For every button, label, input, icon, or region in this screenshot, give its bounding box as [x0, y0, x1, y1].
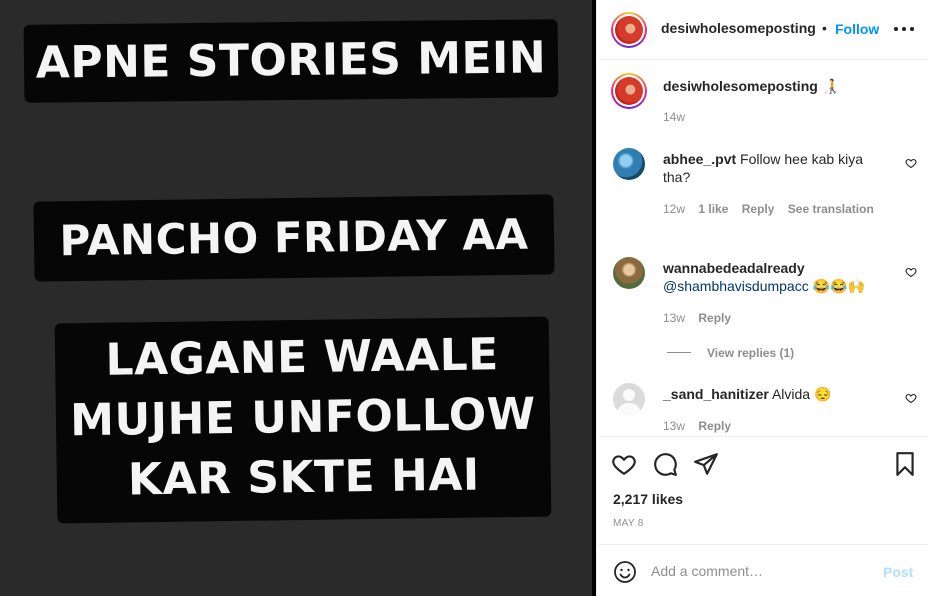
- post-actions: 2,217 likes MAY 8: [597, 436, 929, 544]
- comment-meta: 13w Reply: [663, 311, 731, 325]
- like-comment-heart-icon[interactable]: [905, 157, 917, 169]
- share-send-icon[interactable]: [693, 451, 719, 477]
- post-comment-button[interactable]: Post: [883, 564, 913, 580]
- comment-age: 12w: [663, 202, 686, 216]
- comment-username[interactable]: abhee_.pvt: [663, 151, 736, 167]
- comment-username[interactable]: wannabedeadalready: [663, 260, 805, 276]
- comment-row: abhee_.pvt Follow hee kab kiya tha?: [663, 150, 883, 186]
- more-horizontal-icon[interactable]: [893, 20, 915, 38]
- reply-button[interactable]: Reply: [742, 202, 775, 216]
- post-date: MAY 8: [613, 518, 644, 529]
- likes-count[interactable]: 2,217 likes: [613, 491, 683, 507]
- reply-button[interactable]: Reply: [698, 419, 731, 433]
- image-text-line-2: PANCHO FRIDAY AA: [33, 194, 555, 282]
- image-text-line-1: APNE STORIES MEIN: [23, 19, 559, 103]
- caption-avatar[interactable]: [611, 73, 647, 109]
- comment-age: 13w: [663, 311, 686, 325]
- comment-meta: 13w Reply: [663, 419, 731, 433]
- comment-mention-link[interactable]: @shambhavisdumpacc: [663, 278, 809, 294]
- comment-age: 13w: [663, 419, 686, 433]
- author-avatar[interactable]: [611, 12, 647, 48]
- comment-composer: Post: [597, 544, 929, 596]
- caption-age: 14w: [663, 110, 686, 124]
- author-username[interactable]: desiwholesomeposting: [661, 20, 816, 36]
- caption-text: 🧑‍🦯: [821, 78, 840, 94]
- like-heart-icon[interactable]: [611, 451, 637, 477]
- commenter-avatar[interactable]: [613, 148, 645, 180]
- comment-bubble-icon[interactable]: [652, 451, 678, 477]
- view-replies-button[interactable]: View replies (1): [707, 346, 794, 360]
- follow-button[interactable]: Follow: [835, 21, 879, 37]
- comment-row: _sand_hanitizer Alvida 😔: [663, 385, 893, 403]
- image-text-line-3a: LAGANE WAALE: [105, 329, 500, 386]
- commenter-avatar[interactable]: [613, 383, 645, 415]
- emoji-smiley-icon[interactable]: [613, 560, 637, 584]
- post-media[interactable]: APNE STORIES MEIN PANCHO FRIDAY AA LAGAN…: [0, 0, 596, 596]
- comment-text-continued: tha?: [663, 169, 691, 185]
- comment-meta: 12w 1 like Reply See translation: [663, 202, 874, 216]
- comments-list[interactable]: desiwholesomeposting 🧑‍🦯 14w abhee_.pvt …: [597, 61, 929, 435]
- image-text-line-3b: MUJHE UNFOLLOW: [69, 388, 537, 447]
- reply-button[interactable]: Reply: [698, 311, 731, 325]
- comment-text: 😂😂🙌: [812, 278, 865, 294]
- commenter-avatar[interactable]: [613, 257, 645, 289]
- like-comment-heart-icon[interactable]: [905, 392, 917, 404]
- comment-likes[interactable]: 1 like: [698, 202, 728, 216]
- post-image: APNE STORIES MEIN PANCHO FRIDAY AA LAGAN…: [0, 0, 592, 596]
- image-text-line-3c: KAR SKTE HAI: [127, 449, 481, 506]
- comment-username[interactable]: _sand_hanitizer: [663, 386, 769, 402]
- view-replies-line: [667, 352, 691, 353]
- like-comment-heart-icon[interactable]: [905, 266, 917, 278]
- separator-dot: •: [822, 20, 827, 36]
- caption-row: desiwholesomeposting 🧑‍🦯: [663, 77, 839, 95]
- post-sidebar: desiwholesomeposting • Follow desiwholes…: [596, 0, 929, 596]
- see-translation-button[interactable]: See translation: [788, 202, 874, 216]
- add-comment-input[interactable]: [651, 559, 871, 583]
- save-bookmark-icon[interactable]: [892, 451, 918, 477]
- post-header: desiwholesomeposting • Follow: [597, 0, 929, 60]
- caption-username[interactable]: desiwholesomeposting: [663, 78, 818, 94]
- comment-row: wannabedeadalready @shambhavisdumpacc 😂😂…: [663, 259, 893, 295]
- comment-text: Alvida 😔: [771, 386, 832, 402]
- image-text-block-3: LAGANE WAALE MUJHE UNFOLLOW KAR SKTE HAI: [54, 316, 552, 524]
- comment-text: Follow hee kab kiya: [740, 151, 863, 167]
